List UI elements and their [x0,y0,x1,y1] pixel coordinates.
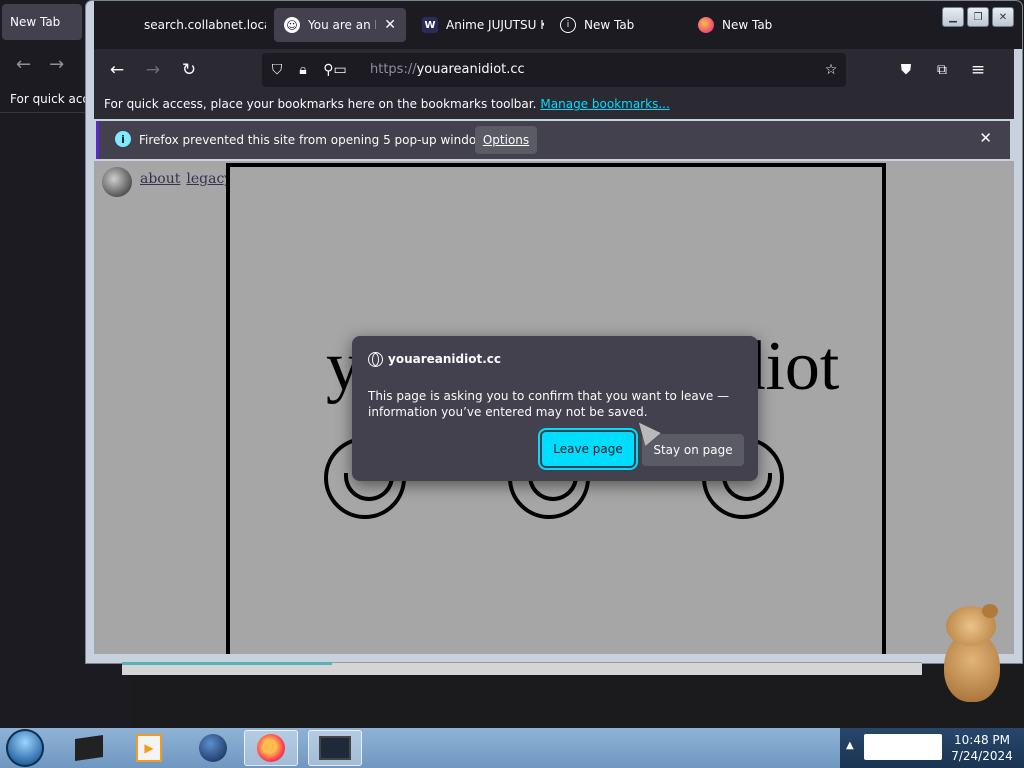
url-text: https://youareanidiot.cc [370,62,525,77]
clock[interactable]: 10:48 PM 7/24/2024 [944,732,1020,764]
tab-title: New Tab [722,18,773,32]
options-button[interactable]: Options [475,126,537,154]
media-player-icon: ▶ [136,734,162,762]
shield-icon[interactable]: ⛉ [268,61,286,79]
info-icon: i [560,17,576,33]
pocket-button[interactable]: ⛊ [894,59,918,81]
tab-collabnet[interactable]: search.collabnet.local [134,8,266,42]
extensions-button[interactable]: ⧉ [930,59,954,81]
info-icon: i [115,131,131,147]
tray-icons[interactable] [864,734,942,760]
progress-bar [122,662,332,665]
tab-new-tab-2[interactable]: New Tab [688,8,820,42]
dialog-message: This page is asking you to confirm that … [368,389,730,419]
taskbar-terminal[interactable] [62,730,116,766]
tab-title: You are an Idiot [308,18,376,32]
puzzle-icon: ⧉ [937,62,947,78]
star-icon[interactable]: ☆ [822,61,840,79]
taskbar-media-player[interactable]: ▶ [122,730,176,766]
firefox-icon [257,734,285,762]
close-window-icon[interactable]: ✕ [992,7,1014,27]
background-tab-title: New Tab [10,15,61,29]
menu-button[interactable]: ≡ [966,59,990,81]
stay-on-page-button[interactable]: Stay on page [642,434,744,466]
window-controls: ▁ ❐ ✕ [942,7,1014,27]
hamburger-icon: ≡ [970,60,986,80]
bookmarks-hint-text: For quick access, place your bookmarks h… [104,97,537,111]
permissions-icon[interactable]: ⚲▭ [318,61,352,79]
nav-toolbar: ← → ↻ ⛉ 🔒︎ ⚲▭ https://youareanidiot.cc ☆… [94,49,1014,91]
leave-page-button[interactable]: Leave page [542,432,634,466]
tab-title: search.collabnet.local [144,18,266,32]
url-host: youareanidiot.cc [416,62,525,77]
globe-icon [368,352,383,367]
dialog-host: youareanidiot.cc [388,352,501,366]
reload-button[interactable]: ↻ [177,59,201,81]
tab-strip: search.collabnet.local ☺ You are an Idio… [94,1,1022,49]
about-link[interactable]: about [140,171,180,187]
tab-you-are-an-idiot[interactable]: ☺ You are an Idiot ✕ [274,8,406,42]
forward-arrow-icon: → [145,60,161,80]
w-icon: W [422,17,438,33]
hamster-icon [938,604,1006,704]
terminal-icon [75,735,103,761]
taskbar-window[interactable] [308,730,362,766]
bookmarks-toolbar: For quick access, place your bookmarks h… [94,91,1014,119]
popup-blocked-notification: i Firefox prevented this site from openi… [96,121,1010,159]
taskbar-firefox[interactable] [244,730,298,766]
forward-button[interactable]: → [141,59,165,81]
back-button[interactable]: ← [105,59,129,81]
taskbar-globe[interactable] [186,730,240,766]
clock-time: 10:48 PM [954,733,1010,747]
start-button[interactable] [6,729,44,767]
tab-anime-jujutsu[interactable]: W Anime JUJUTSU K [412,8,544,42]
speaker-icon[interactable] [102,167,132,197]
reload-icon: ↻ [181,60,197,80]
system-tray: ▲ 10:48 PM 7/24/2024 [840,728,1024,768]
background-tab[interactable]: New Tab [2,4,82,40]
notification-text: Firefox prevented this site from opening… [139,133,497,147]
browser-window: search.collabnet.local ☺ You are an Idio… [86,1,1022,663]
maximize-icon[interactable]: ❐ [967,7,989,27]
back-arrow-icon: ← [109,60,125,80]
clock-date: 7/24/2024 [951,749,1013,763]
url-scheme: https:// [370,62,417,77]
globe-icon [199,734,227,762]
forward-arrow-icon[interactable]: → [49,54,64,75]
back-arrow-icon[interactable]: ← [16,54,31,75]
lock-icon[interactable]: 🔒︎ [294,61,312,79]
close-icon[interactable]: ✕ [384,17,396,33]
url-bar[interactable]: ⛉ 🔒︎ ⚲▭ https://youareanidiot.cc ☆ [262,53,846,87]
bookmarks-hint: For quick access, place your bookmarks h… [104,97,670,111]
tray-arrow-icon[interactable]: ▲ [846,740,854,751]
pocket-icon: ⛊ [900,62,912,78]
monitor-icon [319,736,351,760]
manage-bookmarks-link[interactable]: Manage bookmarks... [540,97,669,111]
tab-new-tab-1[interactable]: i New Tab [550,8,682,42]
close-icon[interactable]: ✕ [979,129,992,147]
firefox-icon [698,17,714,33]
hamster-ear [982,604,998,618]
tab-title: New Tab [584,18,635,32]
leave-page-dialog: youareanidiot.cc This page is asking you… [352,336,758,481]
tab-title: Anime JUJUTSU K [446,18,544,32]
smiley-icon: ☺ [284,17,300,33]
minimize-icon[interactable]: ▁ [942,7,964,27]
